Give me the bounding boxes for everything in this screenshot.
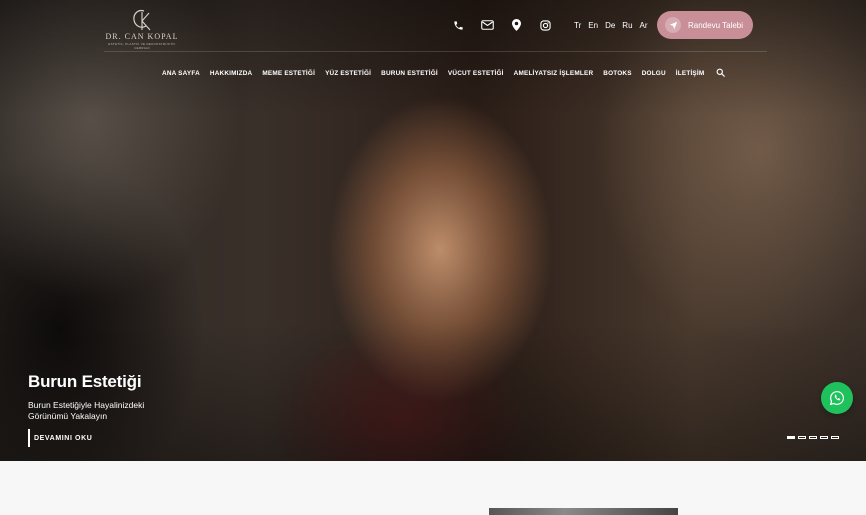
search-icon[interactable] [716, 64, 726, 82]
logo[interactable]: DR. CAN KOPAL ESTETİK, PLASTİK VE REKONS… [104, 6, 180, 50]
nav-about[interactable]: HAKKIMIZDA [210, 70, 252, 77]
slide-dot-2[interactable] [798, 436, 806, 439]
send-icon [665, 17, 681, 33]
slide-dot-3[interactable] [809, 436, 817, 439]
slide-dot-5[interactable] [831, 436, 839, 439]
main-nav: ANA SAYFA HAKKIMIZDA MEME ESTETİĞİ YÜZ E… [162, 64, 726, 82]
nav-nonsurgical[interactable]: AMELİYATSIZ İŞLEMLER [514, 70, 594, 77]
slider-pagination [787, 436, 842, 439]
appointment-label: Randevu Talebi [688, 20, 744, 30]
nav-breast[interactable]: MEME ESTETİĞİ [262, 70, 315, 77]
logo-name: DR. CAN KOPAL [105, 32, 179, 41]
mail-icon[interactable] [477, 12, 497, 38]
logo-tagline: ESTETİK, PLASTİK VE REKONSTRÜKTİF CERRAH… [108, 42, 176, 50]
instagram-icon[interactable] [535, 12, 555, 38]
read-more-button[interactable]: DEVAMINI OKU [28, 429, 168, 447]
section-image-peek [489, 508, 678, 515]
whatsapp-button[interactable] [821, 382, 853, 414]
header-divider [104, 51, 767, 52]
whatsapp-icon [829, 391, 844, 406]
location-icon[interactable] [506, 12, 526, 38]
slide-dot-4[interactable] [820, 436, 828, 439]
nav-nose[interactable]: BURUN ESTETİĞİ [381, 70, 438, 77]
nav-filler[interactable]: DOLGU [642, 70, 666, 77]
lang-de[interactable]: De [605, 21, 615, 30]
nav-contact[interactable]: İLETİŞİM [676, 70, 705, 77]
appointment-button[interactable]: Randevu Talebi [657, 11, 753, 39]
top-contact-bar: Tr En De Ru Ar [448, 12, 655, 38]
lang-en[interactable]: En [588, 21, 598, 30]
hero-caption: Burun Estetiği Burun Estetiğiyle Hayalin… [28, 372, 168, 447]
hero-subtitle: Burun Estetiğiyle Hayalinizdeki Görünümü… [28, 400, 145, 421]
lang-ru[interactable]: Ru [622, 21, 632, 30]
nav-body[interactable]: VÜCUT ESTETİĞİ [448, 70, 504, 77]
phone-icon[interactable] [448, 12, 468, 38]
lang-tr[interactable]: Tr [574, 21, 581, 30]
nav-botox[interactable]: BOTOKS [603, 70, 631, 77]
slide-dot-1[interactable] [787, 436, 795, 439]
monogram-icon [133, 9, 151, 31]
hero-title: Burun Estetiği [28, 372, 142, 391]
language-switcher: Tr En De Ru Ar [574, 21, 655, 30]
nav-home[interactable]: ANA SAYFA [162, 70, 200, 77]
nav-face[interactable]: YÜZ ESTETİĞİ [325, 70, 371, 77]
lang-ar[interactable]: Ar [640, 21, 648, 30]
